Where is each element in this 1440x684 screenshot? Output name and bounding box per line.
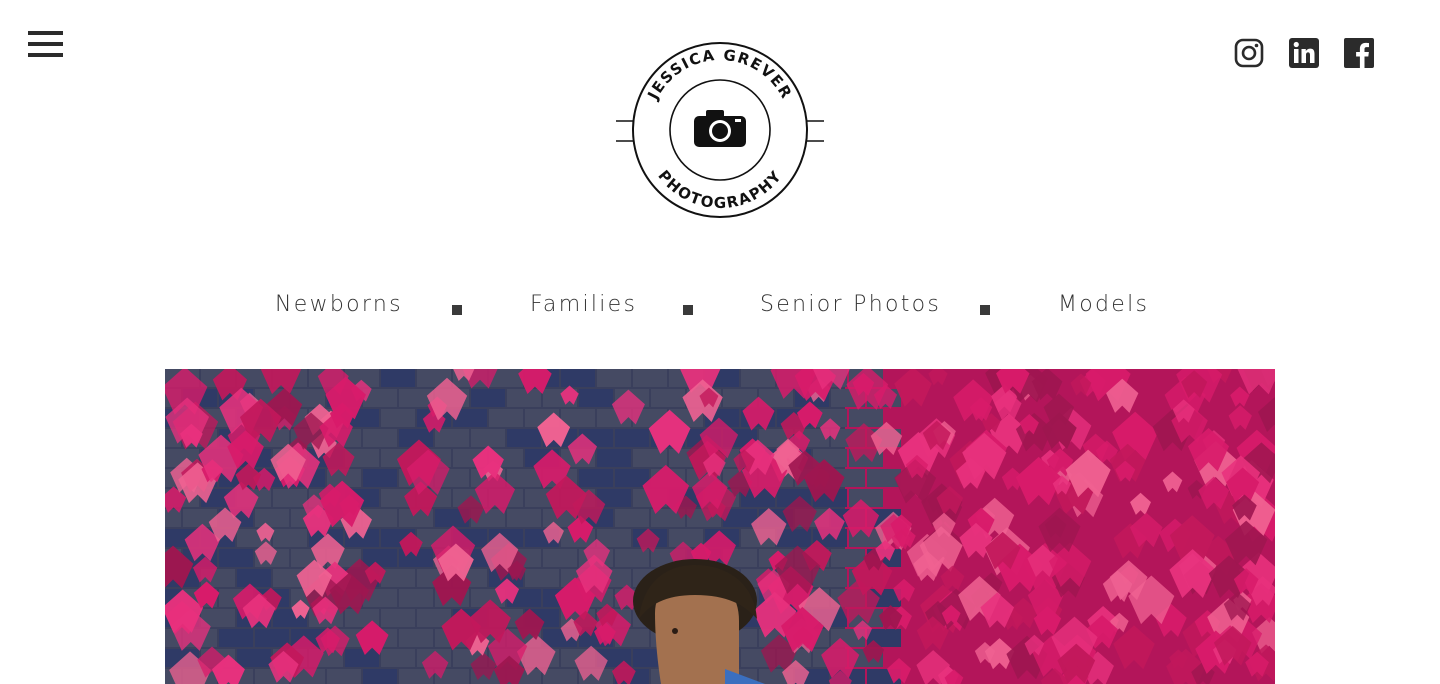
site-logo[interactable]: JESSICA GREVER PHOTOGRAPHY <box>614 40 826 220</box>
menu-bar-top <box>28 31 63 35</box>
logo-top-text: JESSICA GREVER <box>644 46 796 103</box>
social-links <box>1234 38 1374 68</box>
hero-portrait-image <box>165 369 1275 684</box>
nav-item-senior-photos[interactable]: Senior Photos <box>760 292 941 317</box>
nav-item-models[interactable]: Models <box>1058 292 1149 317</box>
linkedin-icon[interactable] <box>1289 38 1319 68</box>
menu-bar-bottom <box>28 53 63 57</box>
square-bullet-icon <box>980 305 990 315</box>
facebook-icon[interactable] <box>1344 38 1374 68</box>
nav-item-families[interactable]: Families <box>530 292 637 317</box>
portrait-photo-ivy-wall <box>165 369 1275 684</box>
camera-icon <box>694 110 746 147</box>
main-navigation: Newborns Families Senior Photos Models <box>0 287 1440 327</box>
nav-item-newborns[interactable]: Newborns <box>275 292 403 317</box>
square-bullet-icon <box>452 305 462 315</box>
instagram-icon[interactable] <box>1234 38 1264 68</box>
hamburger-menu-icon[interactable] <box>28 31 64 61</box>
menu-bar-middle <box>28 42 63 46</box>
logo-bottom-text: PHOTOGRAPHY <box>654 167 785 212</box>
square-bullet-icon <box>683 305 693 315</box>
